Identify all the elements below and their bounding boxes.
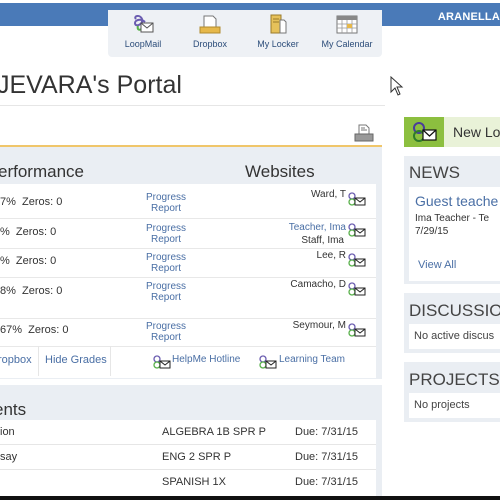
assignment-due: Due: 7/31/15: [295, 476, 358, 488]
discussions-empty-text: No active discus: [414, 330, 495, 342]
divider: [38, 346, 39, 376]
assignment-row[interactable]: ion ALGEBRA 1B SPR P Due: 7/31/15: [0, 420, 376, 445]
course-row: % Zeros: 0 Progress Report Teacher, Ima S…: [0, 219, 376, 249]
teacher-name: Ward, T: [310, 189, 346, 200]
screen-bottom-edge: [0, 496, 500, 500]
discussions-panel: DISCUSSIO No active discus: [404, 293, 500, 353]
discussions-list: No active discus: [409, 324, 500, 349]
quicknav-my-calendar[interactable]: My Calendar: [312, 14, 382, 49]
news-item-meta: Ima Teacher - Te 7/29/15: [415, 212, 489, 238]
news-heading: NEWS: [409, 163, 460, 182]
new-loopmail-icon-box: [404, 117, 444, 147]
view-all-news-link[interactable]: View All: [418, 259, 456, 271]
divider: [0, 105, 385, 106]
projects-heading: PROJECTS: [409, 370, 500, 389]
assignments-heading: ents: [0, 400, 27, 419]
quick-nav: LoopMail Dropbox My Locker My Calendar: [108, 10, 382, 57]
teacher-name: Lee, R: [316, 250, 346, 261]
loopmail-icon[interactable]: [348, 323, 366, 337]
user-name[interactable]: ARANELLA: [438, 11, 500, 23]
course-row: % Zeros: 0 Progress Report Lee, R: [0, 249, 376, 278]
assignment-due: Due: 7/31/15: [295, 451, 358, 463]
progress-report-link[interactable]: Progress Report: [140, 252, 192, 274]
teacher-name: Seymour, M: [292, 320, 346, 331]
grade-value: % Zeros: 0: [0, 255, 57, 267]
new-loopmail-label: New Lo: [453, 124, 500, 140]
assignments-list: ion ALGEBRA 1B SPR P Due: 7/31/15 say EN…: [0, 420, 376, 500]
quicknav-label: Dropbox: [192, 39, 228, 49]
performance-heading: erformance: [0, 162, 84, 181]
teacher-website-link[interactable]: Teacher, Ima: [289, 222, 346, 234]
grade-value: % Zeros: 0: [0, 226, 57, 238]
assignment-course: SPANISH 1X: [162, 476, 226, 488]
page-title: JEVARA's Portal: [0, 71, 182, 99]
projects-panel: PROJECTS No projects: [404, 362, 500, 422]
locker-icon: [270, 14, 287, 34]
progress-report-link[interactable]: Progress Report: [140, 281, 192, 303]
discussions-heading: DISCUSSIO: [409, 301, 500, 320]
progress-report-link[interactable]: Progress Report: [140, 321, 192, 343]
performance-links: ropbox Hide Grades HelpMe Hotline Learni…: [0, 346, 376, 376]
dropbox-icon: [199, 15, 221, 34]
grade-value: 8% Zeros: 0: [0, 285, 63, 297]
calendar-icon: [336, 15, 358, 34]
news-item-date: 7/29/15: [415, 226, 449, 237]
mouse-cursor-icon: [390, 76, 404, 96]
loopmail-icon: [153, 355, 171, 369]
print-icon[interactable]: [354, 124, 374, 142]
quicknav-dropbox[interactable]: Dropbox: [175, 14, 245, 49]
assignment-row[interactable]: say ENG 2 SPR P Due: 7/31/15: [0, 445, 376, 470]
assignment-course: ALGEBRA 1B SPR P: [162, 426, 266, 438]
projects-list: No projects: [409, 393, 500, 418]
quicknav-label: LoopMail: [124, 39, 162, 49]
teacher-name: Camacho, D: [290, 279, 346, 290]
news-panel: NEWS Guest teache Ima Teacher - Te 7/29/…: [404, 156, 500, 284]
divider: [110, 346, 111, 376]
loopmail-icon[interactable]: [348, 282, 366, 296]
news-item-author: Ima Teacher - Te: [415, 213, 490, 224]
hide-grades-link[interactable]: Hide Grades: [45, 354, 107, 366]
loopmail-icon: [259, 355, 277, 369]
progress-report-link[interactable]: Progress Report: [140, 223, 192, 245]
dropbox-link[interactable]: ropbox: [0, 354, 32, 366]
news-list: Guest teache Ima Teacher - Te 7/29/15 Vi…: [409, 187, 500, 281]
new-loopmail-button[interactable]: New Lo: [404, 117, 500, 147]
quicknav-loopmail[interactable]: LoopMail: [108, 14, 178, 49]
quicknav-label: My Locker: [257, 39, 299, 49]
course-row: 7% Zeros: 0 Progress Report Ward, T: [0, 184, 376, 219]
loopmail-icon[interactable]: [348, 253, 366, 267]
quicknav-my-locker[interactable]: My Locker: [243, 14, 313, 49]
learning-team-link[interactable]: Learning Team: [279, 354, 345, 365]
helpme-hotline-link[interactable]: HelpMe Hotline: [172, 354, 240, 365]
loopmail-icon[interactable]: [348, 192, 366, 206]
staff-name: Staff, Ima: [301, 235, 344, 246]
quicknav-label: My Calendar: [321, 39, 373, 49]
loopmail-icon[interactable]: [348, 223, 366, 237]
grade-value: 7% Zeros: 0: [0, 196, 63, 208]
assignment-name[interactable]: say: [0, 451, 17, 463]
news-item-title[interactable]: Guest teache: [415, 193, 498, 209]
projects-empty-text: No projects: [414, 399, 470, 411]
course-row: 8% Zeros: 0 Progress Report Camacho, D: [0, 278, 376, 319]
loopmail-icon: [133, 15, 154, 33]
course-row: 67% Zeros: 0 Progress Report Seymour, M: [0, 319, 376, 347]
loopmail-icon: [413, 122, 437, 142]
assignment-row[interactable]: SPANISH 1X Due: 7/31/15: [0, 470, 376, 495]
grade-value: 67% Zeros: 0: [0, 324, 69, 336]
assignment-due: Due: 7/31/15: [295, 426, 358, 438]
websites-heading: Websites: [245, 162, 315, 181]
assignment-course: ENG 2 SPR P: [162, 451, 232, 463]
progress-report-link[interactable]: Progress Report: [140, 192, 192, 214]
assignment-name[interactable]: ion: [0, 426, 15, 438]
